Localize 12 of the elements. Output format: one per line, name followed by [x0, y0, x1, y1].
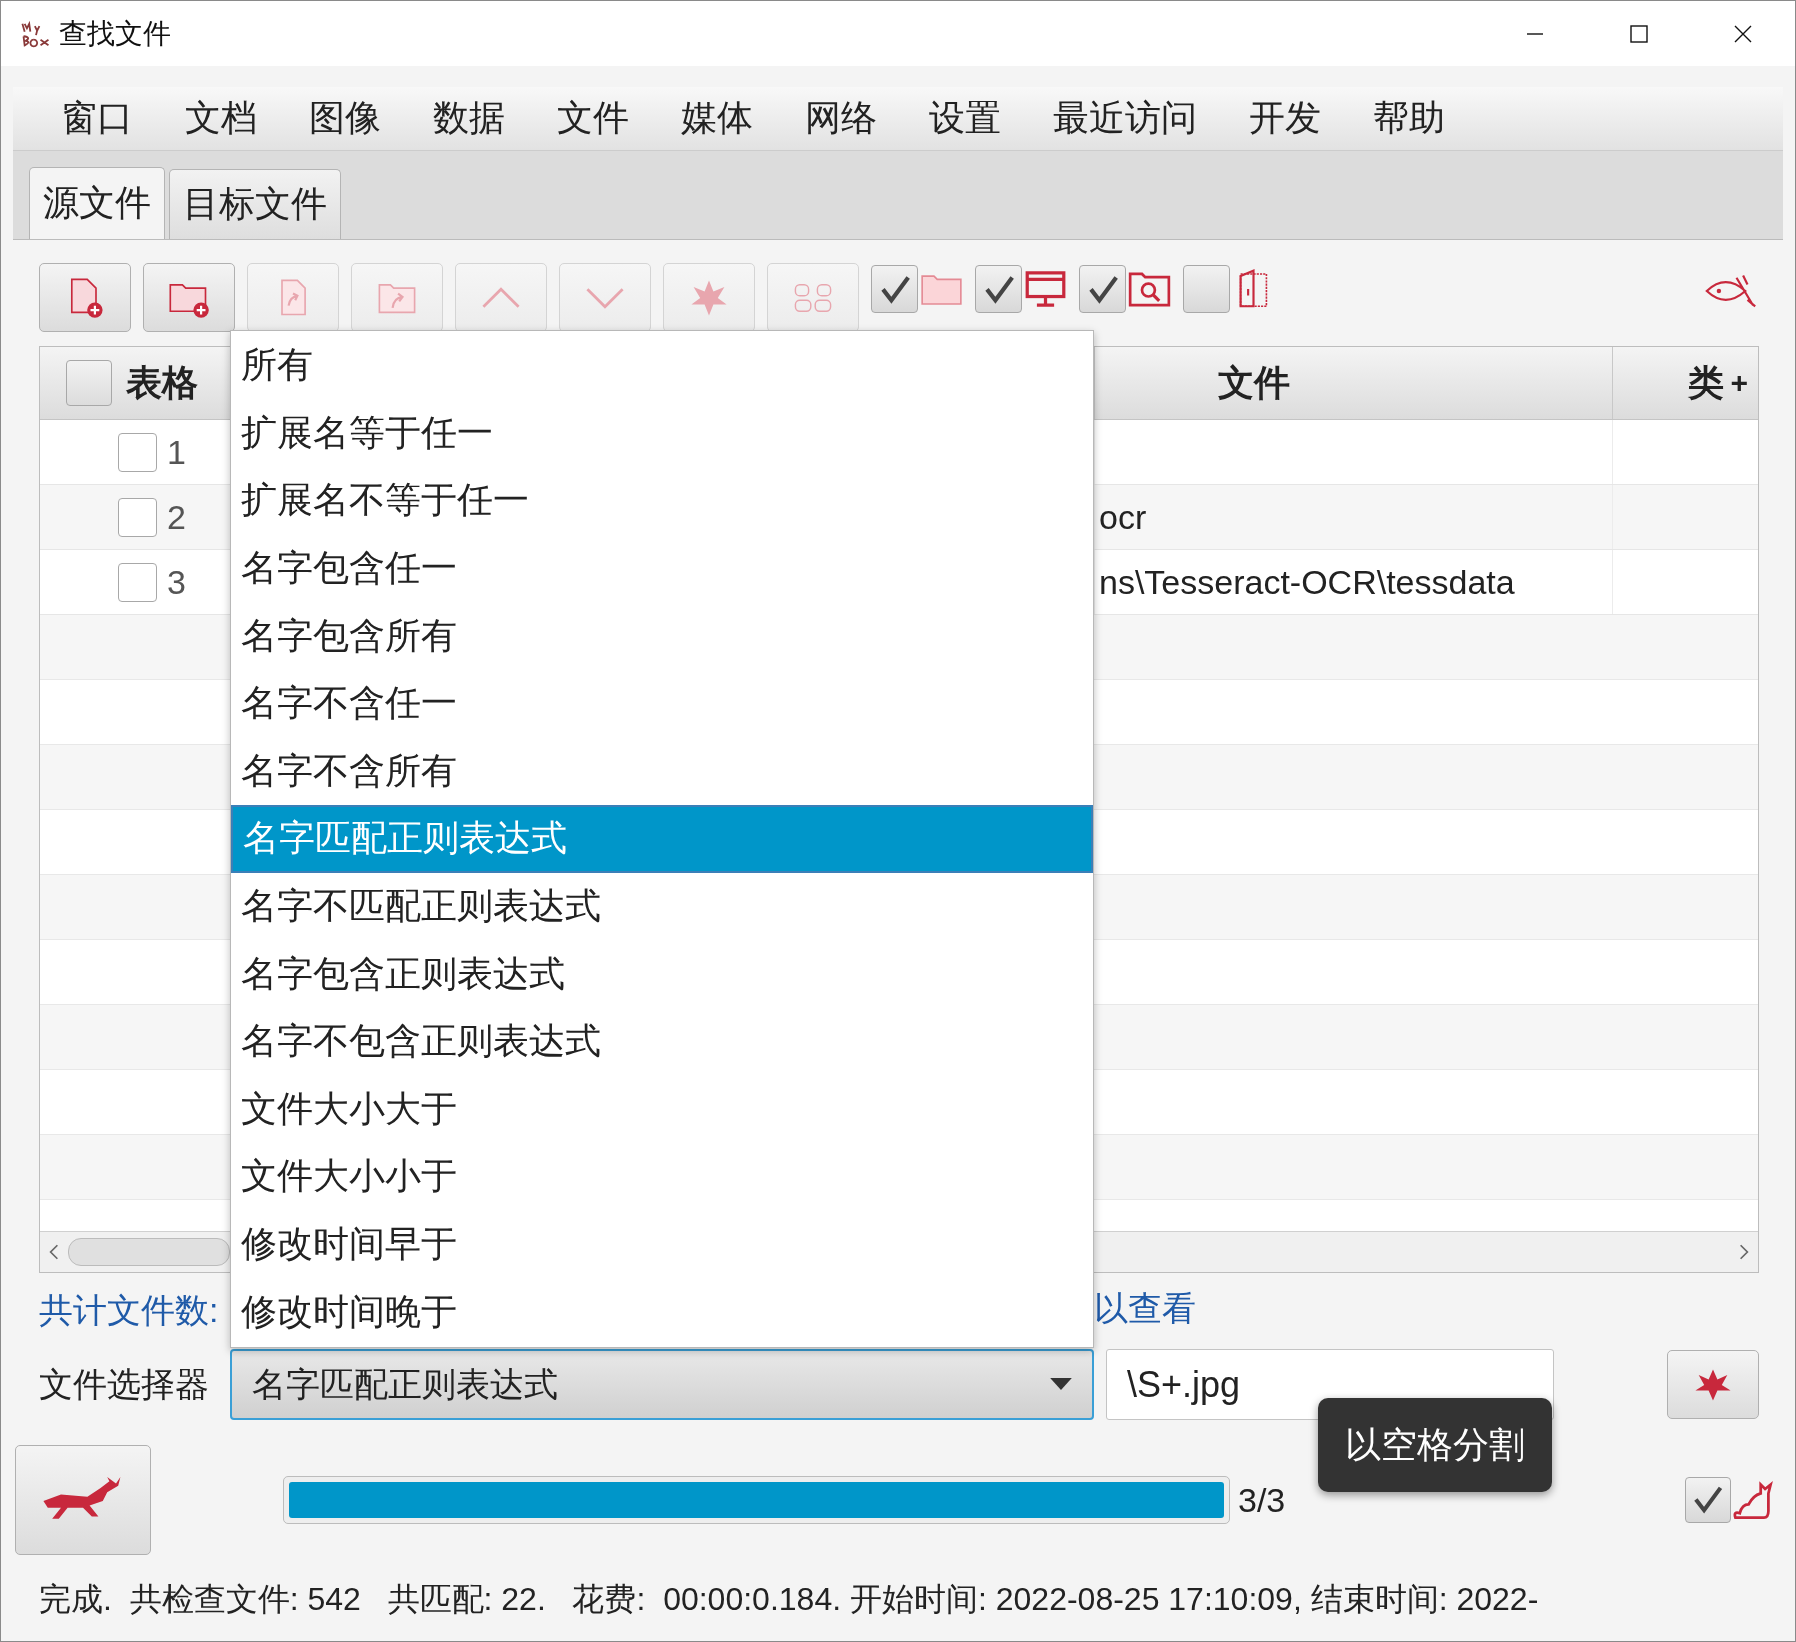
selector-label: 文件选择器 — [39, 1363, 210, 1405]
row-number: 3 — [167, 562, 186, 602]
status-text: 完成. 共检查文件: 542 共匹配: 22. 花费: 00:00:0.184. 开始时间: 2022-08-25 17:10:09, 结束时间: 2022- — [38, 1579, 1540, 1619]
progress-count: 3/3 — [1238, 1480, 1286, 1520]
window-title: 查找文件 — [59, 16, 171, 51]
row-number: 2 — [167, 497, 186, 537]
row-number: 1 — [167, 432, 186, 472]
tooltip: 以空格分割 — [1318, 1398, 1552, 1492]
file-path: ns\Tesseract-OCR\tessdata — [1099, 562, 1515, 602]
file-count-label: 共计文件数: — [39, 1290, 219, 1331]
file-path: ocr — [1099, 497, 1147, 537]
view-hint: 以查看 — [1094, 1288, 1196, 1329]
